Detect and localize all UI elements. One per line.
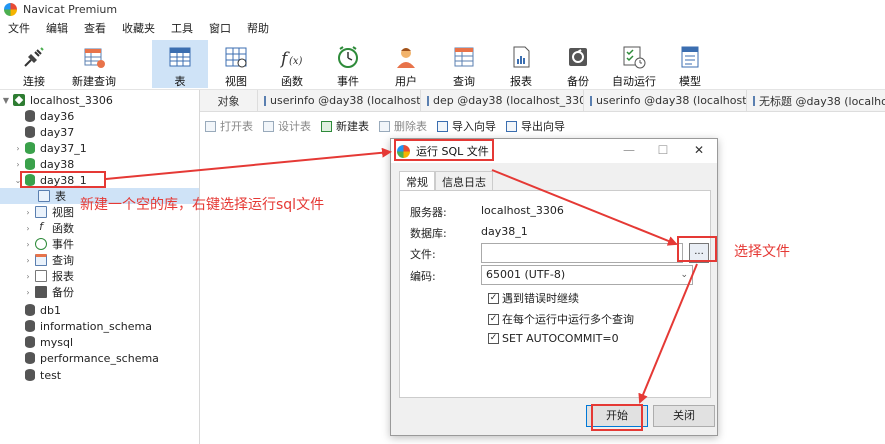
arrow-to-dialog (105, 147, 392, 180)
annotation-left-text: 新建一个空的库，右键选择运行sql文件 (80, 197, 325, 213)
arrow-to-start (638, 263, 698, 404)
arrow-to-browse (491, 169, 678, 246)
annotation-arrows (105, 147, 698, 404)
annotation-right-text: 选择文件 (734, 244, 790, 260)
